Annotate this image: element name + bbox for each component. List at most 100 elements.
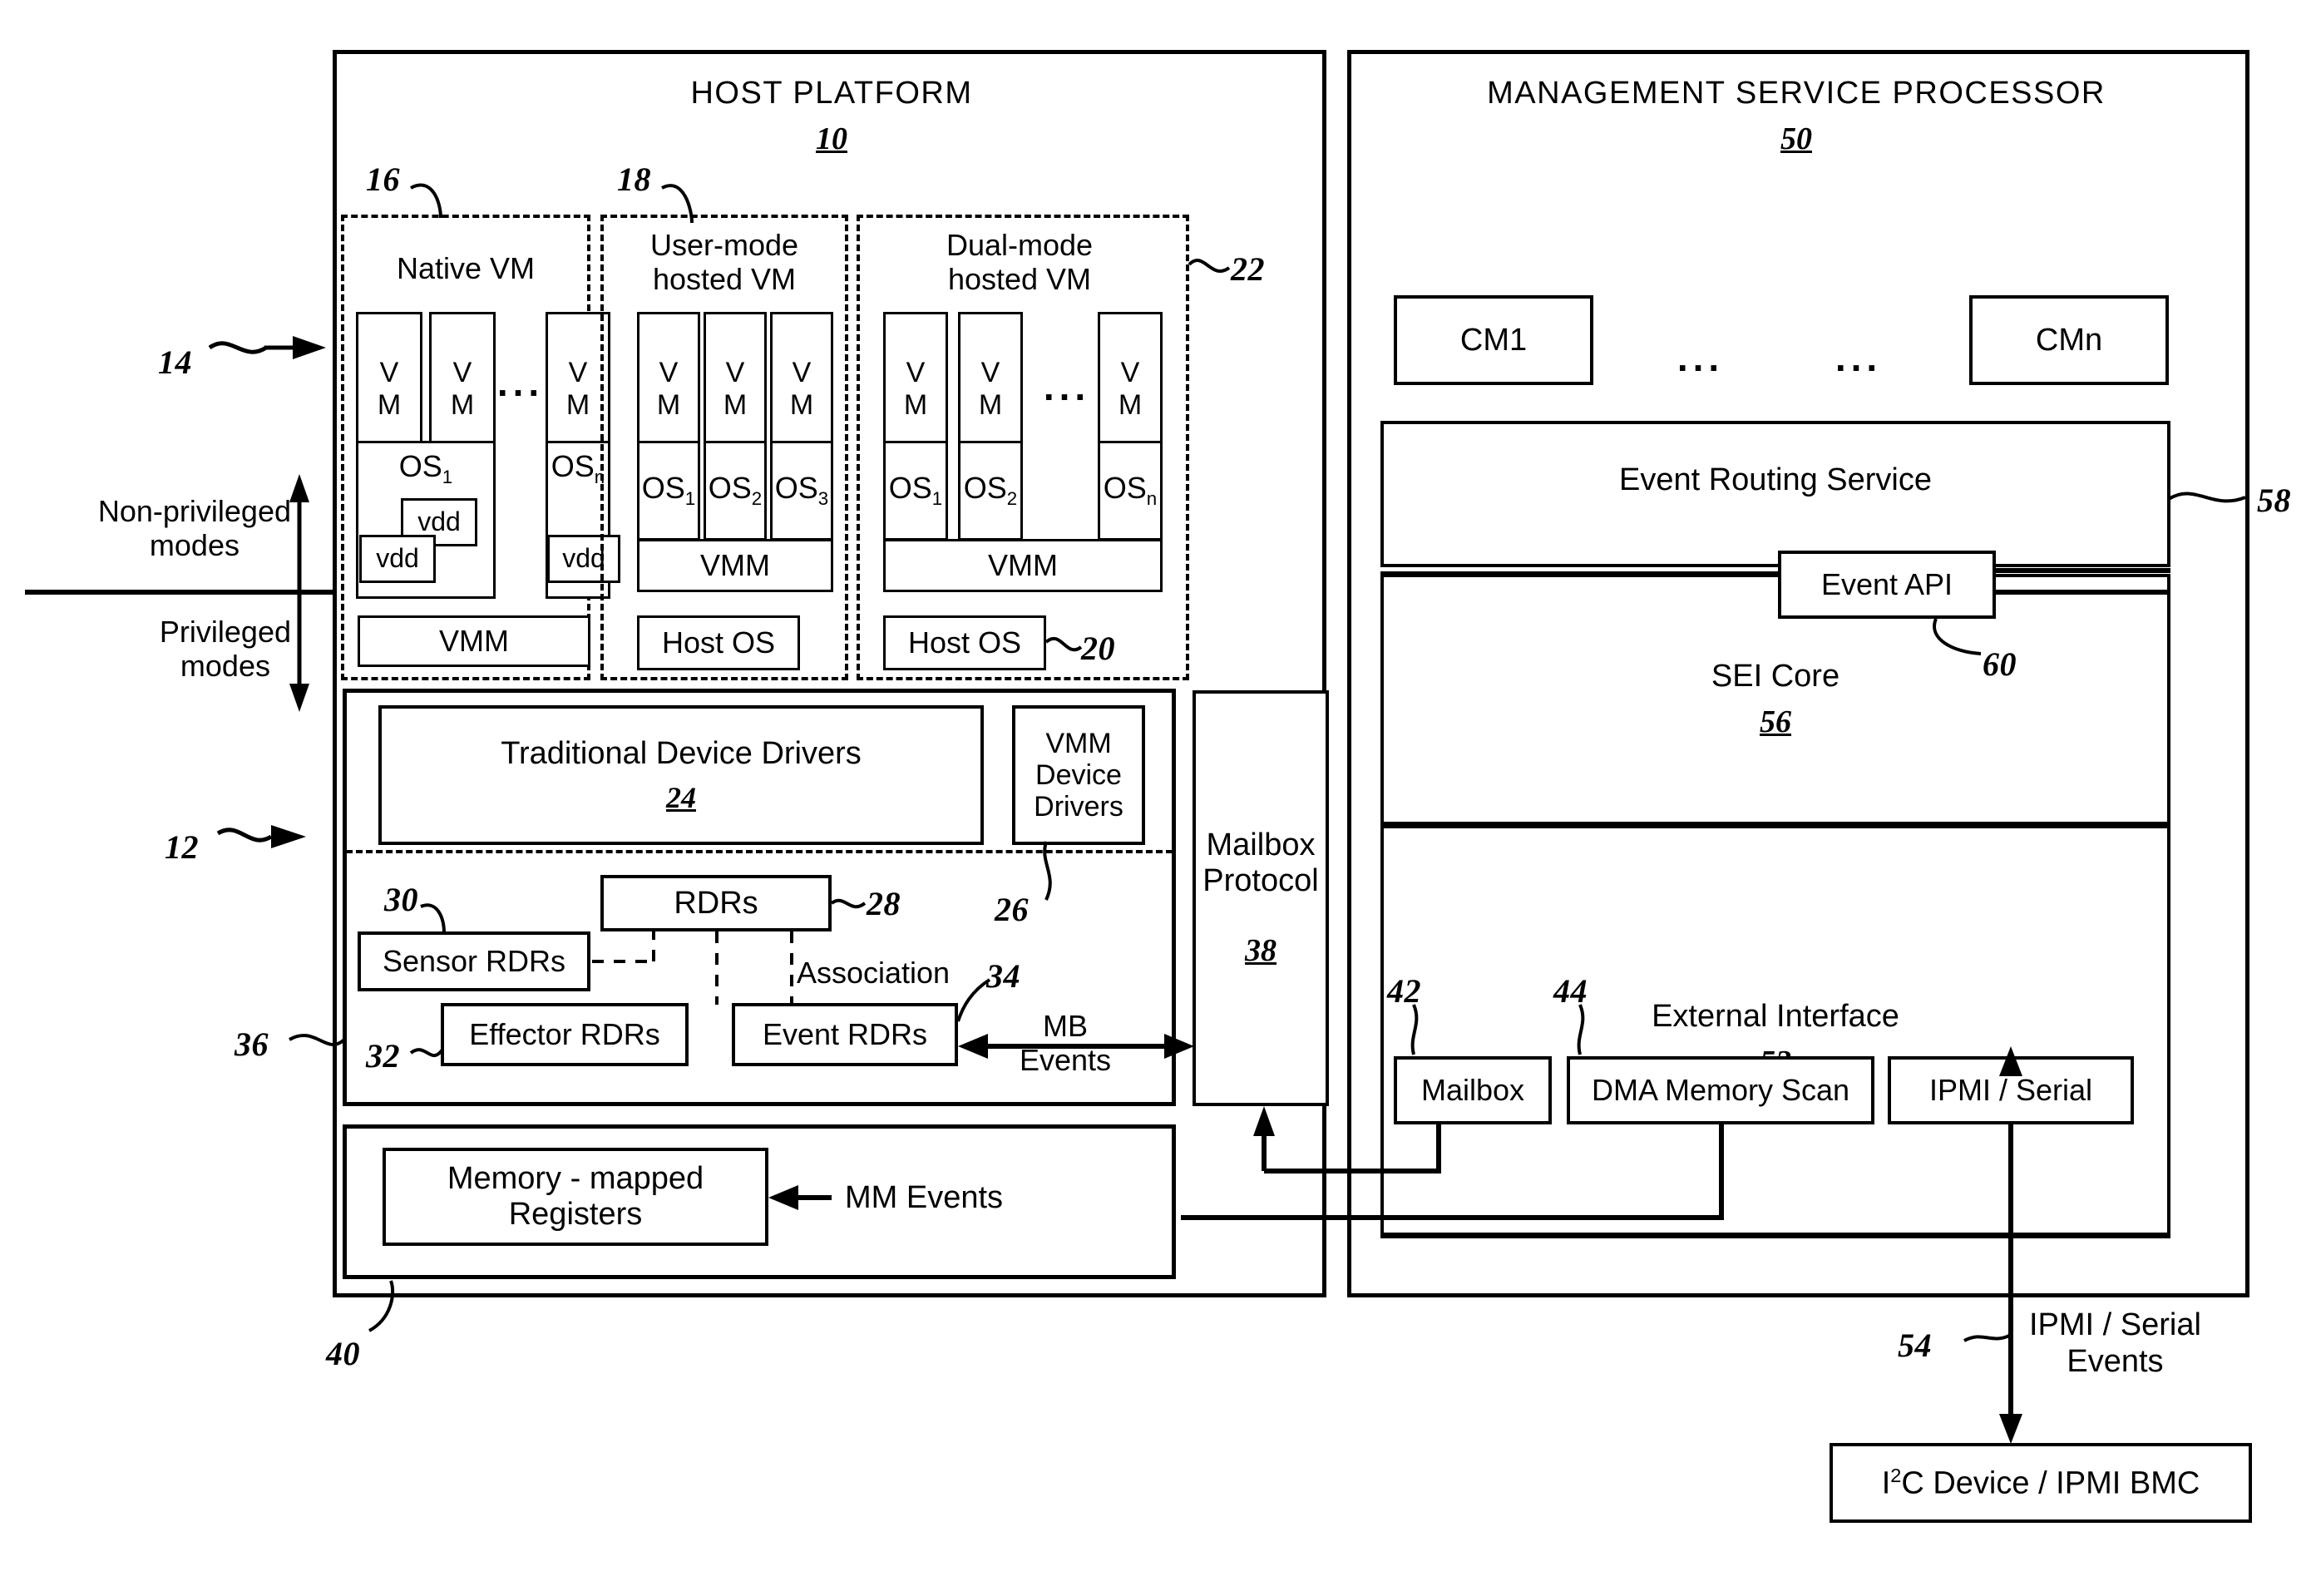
user-mode-hosted-vm-title: User-mode hosted VM (649, 227, 799, 296)
cm-ellipsis-1: ... (1677, 336, 1725, 379)
ref-20: 20 (1081, 630, 1115, 667)
sensor-rdrs-box: Sensor RDRs (358, 931, 590, 991)
event-api-box: Event API (1778, 551, 1996, 619)
i2c-device-ipmi-bmc-box: I2C Device / IPMI BMC (1830, 1443, 2252, 1523)
ref-14: 14 (158, 343, 192, 381)
usermode-os1-box: OS1 (637, 441, 700, 541)
rdrs-box: RDRs (600, 875, 832, 931)
ref-60: 60 (1983, 645, 2017, 683)
memory-mapped-registers-label: Memory - mapped Registers (447, 1161, 704, 1232)
ref-44: 44 (1553, 972, 1588, 1010)
vmm-device-drivers-label: VMM Device Drivers (1034, 727, 1123, 823)
dualmode-osn-box: OSn (1098, 441, 1163, 541)
vmm-label: VMM (700, 547, 770, 582)
traditional-device-drivers-ref: 24 (666, 781, 696, 815)
rdrs-label: RDRs (674, 885, 758, 921)
event-routing-service-box: Event Routing Service (1380, 421, 2170, 567)
cm1-label: CM1 (1459, 322, 1528, 358)
sensor-rdrs-label: Sensor RDRs (382, 943, 566, 978)
ref-16: 16 (366, 161, 400, 198)
event-routing-service-label: Event Routing Service (1619, 462, 1932, 497)
traditional-device-drivers-box: Traditional Device Drivers 24 (378, 705, 984, 845)
vmm-label: VMM (988, 547, 1058, 582)
vdd-label: vdd (562, 543, 605, 574)
dualmode-vm-ellipsis: ... (1043, 365, 1091, 408)
vm-label: V M (978, 357, 1003, 421)
non-privileged-modes-label: Non-privileged modes (97, 493, 291, 562)
ref-22: 22 (1231, 250, 1265, 288)
vm-label: V M (789, 357, 814, 421)
ref-28: 28 (867, 885, 901, 922)
os-label: OS3 (774, 471, 829, 510)
external-interface-label: External Interface (1652, 999, 1899, 1035)
cmn-label: CMn (2035, 322, 2103, 358)
sei-core-ref: 56 (1760, 704, 1791, 739)
mailbox-label: Mailbox (1420, 1072, 1525, 1107)
vm-label: V M (723, 357, 748, 421)
host-os-label: Host OS (907, 625, 1022, 660)
event-api-label: Event API (1820, 566, 1953, 601)
ref-30: 30 (384, 881, 418, 918)
mailbox-protocol-label: Mailbox Protocol (1202, 828, 1319, 898)
mb-events-label: MB Events (1019, 1008, 1112, 1077)
dma-memory-scan-box: DMA Memory Scan (1567, 1056, 1874, 1124)
effector-rdrs-label: Effector RDRs (469, 1016, 660, 1051)
ref-42: 42 (1387, 972, 1421, 1010)
msp-ref: 50 (1780, 121, 1812, 156)
mailbox-box: Mailbox (1394, 1056, 1552, 1124)
dual-mode-hosted-vm-title: Dual-mode hosted VM (946, 227, 1094, 296)
patent-figure: HOST PLATFORM 10 14 Non-privileged modes… (0, 0, 2316, 1596)
dualmode-os2-box: OS2 (958, 441, 1023, 541)
ipmi-serial-box: IPMI / Serial (1888, 1056, 2134, 1124)
os-label: OS1 (398, 449, 453, 488)
native-vmm-base: VMM (358, 615, 590, 667)
dualmode-vmm-box: VMM (883, 539, 1163, 592)
os-label: OS2 (708, 471, 763, 510)
dualmode-host-os-box: Host OS (883, 615, 1046, 670)
vmm-device-drivers-box: VMM Device Drivers (1012, 705, 1145, 845)
vdd-label: vdd (417, 506, 461, 537)
drivers-rdrs-separator (346, 850, 1173, 853)
external-interface-box: External Interface 52 (1380, 825, 2170, 1236)
ref-26: 26 (995, 891, 1029, 928)
vmm-label: VMM (439, 623, 509, 658)
effector-rdrs-box: Effector RDRs (441, 1003, 689, 1066)
os-label: OS2 (963, 471, 1018, 510)
cmn-box: CMn (1969, 295, 2169, 385)
dma-memory-scan-label: DMA Memory Scan (1591, 1072, 1850, 1107)
privileged-modes-label: Privileged modes (159, 614, 291, 683)
event-rdrs-box: Event RDRs (732, 1003, 958, 1066)
native-vm-ellipsis: ... (496, 361, 545, 404)
native-vm-title: Native VM (396, 250, 536, 285)
ref-18: 18 (617, 161, 651, 198)
vm-label: V M (1118, 357, 1143, 421)
mailbox-protocol-box: Mailbox Protocol 38 (1193, 690, 1329, 1106)
ref-54: 54 (1898, 1327, 1932, 1364)
host-platform-ref: 10 (816, 121, 847, 156)
memory-mapped-registers-box: Memory - mapped Registers (383, 1148, 768, 1246)
ref-58: 58 (2257, 482, 2291, 519)
association-label: Association (796, 956, 951, 991)
mm-events-label: MM Events (845, 1180, 1004, 1216)
ref-32: 32 (366, 1037, 400, 1075)
ipmi-serial-events-label: IPMI / Serial Events (2029, 1307, 2201, 1379)
native-vdd-lower: vdd (359, 535, 436, 583)
os-label: OS1 (888, 471, 943, 510)
event-rdrs-label: Event RDRs (762, 1016, 928, 1051)
vdd-label: vdd (376, 543, 419, 574)
usermode-os3-box: OS3 (770, 441, 833, 541)
usermode-host-os-box: Host OS (637, 615, 800, 670)
msp-title: MANAGEMENT SERVICE PROCESSOR (1487, 75, 2106, 111)
mailbox-protocol-ref: 38 (1245, 933, 1277, 969)
ref-40: 40 (326, 1335, 360, 1372)
sei-core-box: SEI Core 56 (1380, 574, 2170, 825)
os-label: OS1 (641, 471, 696, 510)
host-platform-title: HOST PLATFORM (690, 75, 973, 111)
traditional-device-drivers-label: Traditional Device Drivers (501, 735, 862, 771)
usermode-os2-box: OS2 (704, 441, 767, 541)
ref-34: 34 (986, 957, 1020, 995)
vm-label: V M (377, 357, 402, 421)
ref-36: 36 (235, 1025, 269, 1063)
os-label: OSn (551, 449, 605, 488)
os-label: OSn (1103, 471, 1158, 510)
